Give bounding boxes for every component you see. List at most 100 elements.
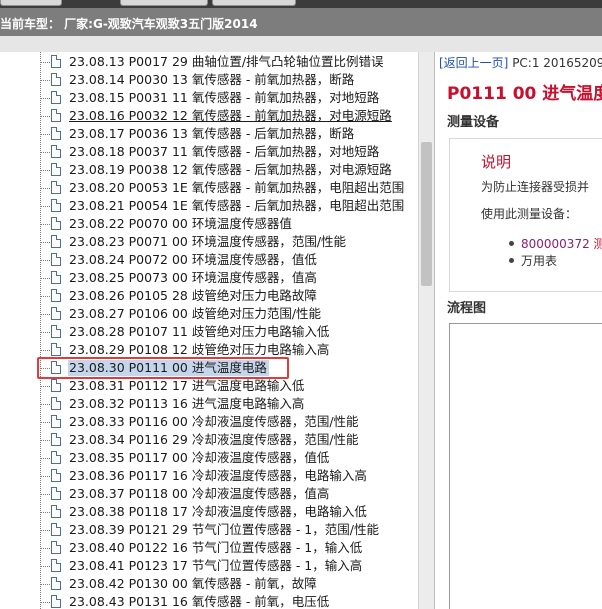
page-title: P0111 00 进气温度 — [447, 84, 602, 104]
note-text: 为防止连接器受损并 — [481, 180, 590, 194]
document-icon — [51, 487, 61, 500]
tree-item-label: 23.08.24 P0072 00 环境温度传感器，值低 — [69, 252, 317, 267]
flowchart-area — [449, 323, 602, 609]
tree-item[interactable]: 23.08.14 P0030 13 氧传感器 - 前氧加热器，断路 — [40, 71, 418, 89]
tree-connector — [40, 350, 50, 351]
tree-item[interactable]: 23.08.41 P0123 17 节气门位置传感器 - 1，输入高 — [40, 557, 418, 575]
scroll-thumb[interactable] — [421, 142, 432, 286]
tree-connector — [40, 548, 50, 549]
tree-item-label: 23.08.13 P0017 29 曲轴位置/排气凸轮轴位置比例错误 — [69, 54, 384, 69]
tree-connector — [40, 512, 50, 513]
tree-item[interactable]: 23.08.31 P0112 17 进气温度电路输入低 — [40, 377, 418, 395]
tree-connector — [40, 296, 50, 297]
document-icon — [51, 253, 61, 266]
use-text: 使用此测量设备： — [481, 207, 578, 221]
tree-item[interactable]: 23.08.39 P0121 29 节气门位置传感器 - 1，范围/性能 — [40, 521, 418, 539]
tree-item[interactable]: 23.08.25 P0073 00 环境温度传感器，值高 — [40, 269, 418, 287]
tree-connector — [40, 476, 50, 477]
bullet-icon — [509, 241, 514, 246]
document-icon — [51, 235, 61, 248]
document-icon — [51, 271, 61, 284]
app-window: 当前车型： 厂家:G-观致汽车观致3五门版2014 23.08.13 P0017… — [0, 0, 602, 609]
tree-item[interactable]: 23.08.30 P0111 00 进气温度电路 — [40, 359, 418, 377]
note-title: 说明 — [481, 153, 512, 171]
tree-connector — [40, 566, 50, 567]
document-icon — [51, 289, 61, 302]
tree-item[interactable]: 23.08.34 P0116 29 冷却液温度传感器，范围/性能 — [40, 431, 418, 449]
equipment-name: 万用表 — [521, 254, 558, 268]
tree-item[interactable]: 23.08.40 P0122 16 节气门位置传感器 - 1，输入低 — [40, 539, 418, 557]
tree-item-label: 23.08.15 P0031 11 氧传感器 - 前氧加热器，对地短路 — [69, 90, 380, 105]
tree-item[interactable]: 23.08.19 P0038 12 氧传感器 - 后氧加热器，对电源短路 — [40, 161, 418, 179]
back-link[interactable]: [返回上一页] — [439, 56, 508, 70]
tree-item-label: 23.08.42 P0130 00 氧传感器 - 前氧，故障 — [69, 576, 317, 591]
tree-item[interactable]: 23.08.26 P0105 28 歧管绝对压力电路故障 — [40, 287, 418, 305]
document-icon — [51, 523, 61, 536]
toolbar-button[interactable] — [120, 0, 208, 6]
equipment-tail: 测 — [590, 237, 602, 251]
document-icon — [51, 505, 61, 518]
document-icon — [51, 145, 61, 158]
tree-item[interactable]: 23.08.43 P0131 16 氧传感器 - 前氧，电压低 — [40, 593, 418, 609]
tree-item[interactable]: 23.08.38 P0118 17 冷却液温度传感器，电路输入低 — [40, 503, 418, 521]
document-icon — [51, 181, 61, 194]
tree-item-label: 23.08.14 P0030 13 氧传感器 - 前氧加热器，断路 — [69, 72, 355, 87]
document-icon — [51, 325, 61, 338]
document-icon — [51, 559, 61, 572]
tree-item-label: 23.08.18 P0037 11 氧传感器 - 后氧加热器，对地短路 — [69, 144, 380, 159]
tree-item[interactable]: 23.08.16 P0032 12 氧传感器 - 前氧加热器，对电源短路 — [40, 107, 418, 125]
tree-connector — [40, 278, 50, 279]
tree-connector — [40, 584, 50, 585]
toolbar-button[interactable] — [212, 0, 296, 6]
tree-item[interactable]: 23.08.42 P0130 00 氧传感器 - 前氧，故障 — [40, 575, 418, 593]
document-icon — [51, 451, 61, 464]
document-icon — [51, 217, 61, 230]
tree-item[interactable]: 23.08.22 P0070 00 环境温度传感器值 — [40, 215, 418, 233]
tree-item[interactable]: 23.08.37 P0118 00 冷却液温度传感器，值高 — [40, 485, 418, 503]
tree-item-label: 23.08.17 P0036 13 氧传感器 - 后氧加热器，断路 — [69, 126, 355, 141]
tree-item-label: 23.08.20 P0053 1E 氧传感器 - 前氧加热器，电阻超出范围 — [69, 180, 405, 195]
tree-item[interactable]: 23.08.15 P0031 11 氧传感器 - 前氧加热器，对地短路 — [40, 89, 418, 107]
vehicle-title: 当前车型： 厂家:G-观致汽车观致3五门版2014 — [0, 17, 258, 31]
tree-item[interactable]: 23.08.36 P0117 16 冷却液温度传感器，电路输入高 — [40, 467, 418, 485]
tree-item[interactable]: 23.08.17 P0036 13 氧传感器 - 后氧加热器，断路 — [40, 125, 418, 143]
toolbar-gap — [0, 36, 602, 52]
tree-scrollbar[interactable] — [418, 52, 434, 609]
tree-connector — [40, 98, 50, 99]
tree-item-label: 23.08.43 P0131 16 氧传感器 - 前氧，电压低 — [69, 594, 330, 609]
tree-connector — [40, 206, 50, 207]
tree-connector — [40, 260, 50, 261]
document-icon — [51, 361, 61, 374]
tree-item[interactable]: 23.08.32 P0113 16 进气温度电路输入高 — [40, 395, 418, 413]
tree-item-label: 23.08.26 P0105 28 歧管绝对压力电路故障 — [69, 288, 317, 303]
document-icon — [51, 379, 61, 392]
tree-item[interactable]: 23.08.23 P0071 00 环境温度传感器，范围/性能 — [40, 233, 418, 251]
tree-item[interactable]: 23.08.33 P0116 00 冷却液温度传感器，范围/性能 — [40, 413, 418, 431]
tree-item[interactable]: 23.08.29 P0108 12 歧管绝对压力电路输入高 — [40, 341, 418, 359]
tree-connector — [40, 530, 50, 531]
tree-item[interactable]: 23.08.35 P0117 00 冷却液温度传感器，值低 — [40, 449, 418, 467]
tree-item[interactable]: 23.08.24 P0072 00 环境温度传感器，值低 — [40, 251, 418, 269]
measure-heading: 测量设备 — [447, 115, 500, 130]
tree-item[interactable]: 23.08.18 P0037 11 氧传感器 - 后氧加热器，对地短路 — [40, 143, 418, 161]
tree-item[interactable]: 23.08.13 P0017 29 曲轴位置/排气凸轮轴位置比例错误 — [40, 53, 418, 71]
tree-item[interactable]: 23.08.28 P0107 11 歧管绝对压力电路输入低 — [40, 323, 418, 341]
tree-connector — [40, 80, 50, 81]
tree-item[interactable]: 23.08.20 P0053 1E 氧传感器 - 前氧加热器，电阻超出范围 — [40, 179, 418, 197]
document-icon — [51, 541, 61, 554]
tree-item-label: 23.08.31 P0112 17 进气温度电路输入低 — [69, 378, 305, 393]
tree-item-label: 23.08.36 P0117 16 冷却液温度传感器，电路输入高 — [69, 468, 367, 483]
equipment-item[interactable]: 800000372 测 — [521, 235, 602, 252]
tree-item[interactable]: 23.08.21 P0054 1E 氧传感器 - 后氧加热器，电阻超出范围 — [40, 197, 418, 215]
tree-item-label: 23.08.21 P0054 1E 氧传感器 - 后氧加热器，电阻超出范围 — [69, 198, 405, 213]
bullet-icon — [509, 258, 514, 263]
document-icon — [51, 73, 61, 86]
tree-connector — [40, 458, 50, 459]
tree-item[interactable]: 23.08.27 P0106 00 歧管绝对压力范围/性能 — [40, 305, 418, 323]
document-icon — [51, 163, 61, 176]
toolbar-button[interactable] — [0, 0, 62, 6]
document-icon — [51, 397, 61, 410]
tree-connector — [40, 332, 50, 333]
flow-heading: 流程图 — [447, 301, 487, 316]
equipment-code[interactable]: 800000372 — [521, 237, 590, 251]
